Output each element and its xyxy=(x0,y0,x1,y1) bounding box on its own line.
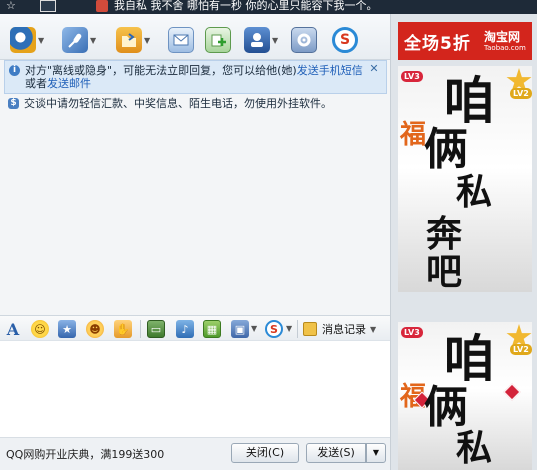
close-button[interactable]: 关闭(C) xyxy=(231,443,299,463)
voice-call-icon xyxy=(62,27,88,53)
close-icon[interactable]: ✕ xyxy=(368,63,380,75)
send-options-button[interactable]: ▼ xyxy=(366,443,386,463)
settings-icon xyxy=(291,27,317,53)
toolbar-divider xyxy=(140,320,141,338)
fortune-icon: 福 xyxy=(400,120,427,150)
add-contact-icon xyxy=(205,27,231,53)
chevron-down-icon[interactable]: ▼ xyxy=(90,36,98,45)
star-icon[interactable]: ☆ xyxy=(6,0,18,12)
emoticon-icon[interactable]: ☺ xyxy=(31,320,49,338)
picture-icon[interactable]: ▣ xyxy=(231,320,249,338)
chevron-down-icon[interactable]: ▼ xyxy=(286,324,292,333)
security-notice: $ 交谈中请勿轻信汇款、中奖信息、陌生电话，勿使用外挂软件。 xyxy=(4,96,387,112)
poster-char: 奔 xyxy=(426,213,463,255)
chat-toolbar: ▼ ▼ ▼ ▼ S xyxy=(0,14,390,60)
message-input[interactable] xyxy=(0,341,390,438)
message-history-button[interactable]: 消息记录 ▼ xyxy=(303,319,376,339)
taobao-slogan: 全场5折 xyxy=(404,34,471,54)
app-center-icon xyxy=(244,27,270,53)
chevron-down-icon[interactable]: ▼ xyxy=(272,36,280,45)
gem-icon xyxy=(503,383,521,401)
chevron-down-icon[interactable]: ▼ xyxy=(144,36,152,45)
bottom-bar: QQ网购开业庆典，满199送300 关闭(C) 发送(S) ▼ xyxy=(0,438,390,470)
poster-char: 咱 xyxy=(444,71,494,130)
tenpay-icon: S xyxy=(332,27,358,53)
chevron-down-icon[interactable]: ▼ xyxy=(370,325,376,334)
title-bar: ☆ 我自私 我不舍 哪怕有一秒 你的心里只能容下我一个。 xyxy=(0,0,537,14)
or-text: 或者 xyxy=(25,77,47,90)
add-contact-button[interactable] xyxy=(205,26,231,54)
signature-icon xyxy=(96,0,108,12)
gift-icon[interactable]: ▦ xyxy=(203,320,221,338)
video-call-button[interactable]: ▼ xyxy=(10,26,46,54)
shield-icon: $ xyxy=(8,98,19,109)
sms-link[interactable]: 发送手机短信 xyxy=(297,64,363,77)
tenpay-icon[interactable]: S xyxy=(265,320,283,338)
promo-link[interactable]: QQ网购开业庆典，满199送300 xyxy=(6,446,164,462)
taobao-domain: Taobao.com xyxy=(484,44,526,52)
font-icon[interactable]: A xyxy=(4,320,22,339)
shake-window-icon[interactable]: ☻ xyxy=(86,320,104,338)
level-badge: LV3 xyxy=(401,71,423,82)
magic-emoticon-icon[interactable]: ★ xyxy=(58,320,76,338)
poster-char: 俩 xyxy=(424,382,468,433)
show-avatar-poster[interactable]: LV3 LV2 福 咱 俩 私 xyxy=(398,322,532,470)
poster-char: 私 xyxy=(456,171,493,213)
security-notice-text: 交谈中请勿轻信汇款、中奖信息、陌生电话，勿使用外挂软件。 xyxy=(24,97,332,110)
app-center-button[interactable]: ▼ xyxy=(244,26,280,54)
offline-notice-text: 对方"离线或隐身"，可能无法立即回复，您可以给他(她) xyxy=(25,64,297,77)
message-history-label: 消息记录 xyxy=(322,323,366,336)
level-badge: LV2 xyxy=(510,344,532,355)
level-badge: LV3 xyxy=(401,327,423,338)
toolbar-divider xyxy=(297,320,298,338)
taobao-brand: 淘宝网 xyxy=(484,30,521,44)
poster-char: 私 xyxy=(456,427,493,469)
ad-sidebar: 全场5折 淘宝网 Taobao.com LV3 LV2 福 咱 俩 私 奔 吧 … xyxy=(390,14,537,470)
chevron-down-icon[interactable]: ▼ xyxy=(251,324,257,333)
format-toolbar: A ☺ ★ ☻ ✋ ▭ ♪ ▦ ▣ ▼ S ▼ 消息记录 ▼ xyxy=(0,315,390,341)
tenpay-button[interactable]: S xyxy=(332,26,358,54)
settings-button[interactable] xyxy=(291,26,317,54)
sms-button[interactable] xyxy=(168,26,194,54)
send-button[interactable]: 发送(S) xyxy=(306,443,366,463)
sms-icon xyxy=(168,27,194,53)
chevron-down-icon[interactable]: ▼ xyxy=(38,36,46,45)
info-icon: i xyxy=(9,65,20,76)
poster-char: 咱 xyxy=(444,329,494,388)
send-file-button[interactable]: ▼ xyxy=(116,26,152,54)
gesture-icon[interactable]: ✋ xyxy=(114,320,132,338)
screenshot-icon[interactable]: ▭ xyxy=(147,320,165,338)
show-avatar-poster[interactable]: LV3 LV2 福 咱 俩 私 奔 吧 xyxy=(398,66,532,292)
video-call-icon xyxy=(10,27,36,53)
message-history-area[interactable] xyxy=(0,113,390,315)
history-icon xyxy=(303,322,317,336)
poster-char: 吧 xyxy=(426,251,463,292)
poster-char: 俩 xyxy=(424,124,468,175)
send-file-icon xyxy=(116,27,142,53)
taobao-ad-banner[interactable]: 全场5折 淘宝网 Taobao.com xyxy=(398,22,532,60)
offline-notice: i 对方"离线或隐身"，可能无法立即回复，您可以给他(她)发送手机短信或者发送邮… xyxy=(4,60,387,94)
window-box-icon[interactable] xyxy=(40,0,56,12)
music-icon[interactable]: ♪ xyxy=(176,320,194,338)
mail-link[interactable]: 发送邮件 xyxy=(47,77,91,90)
voice-call-button[interactable]: ▼ xyxy=(62,26,98,54)
level-badge: LV2 xyxy=(510,88,532,99)
contact-signature: 我自私 我不舍 哪怕有一秒 你的心里只能容下我一个。 xyxy=(114,0,378,12)
